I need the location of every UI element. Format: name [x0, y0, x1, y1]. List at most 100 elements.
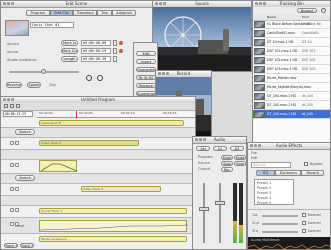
effect-row-checkbox[interactable]: [302, 213, 306, 217]
gear-icon[interactable]: [321, 8, 326, 13]
mark-out-clear-icon[interactable]: [119, 49, 123, 53]
edit-scene-titlebar[interactable]: Edit Scene: [1, 1, 152, 8]
preset-item[interactable]: Preset 1: [257, 181, 271, 185]
preset-item[interactable]: Preset 2: [257, 186, 271, 190]
tab-reverb[interactable]: Reverb: [301, 170, 324, 176]
solo-button-2[interactable]: Solo: [234, 161, 246, 166]
browse-button[interactable]: Browse: [297, 8, 317, 13]
audio-sel-button[interactable]: Sel: [196, 146, 210, 151]
tool-razor-icon[interactable]: [10, 104, 14, 108]
track-speaker-icon[interactable]: [15, 187, 19, 191]
track-speaker-icon[interactable]: [15, 208, 19, 212]
file-item[interactable]: DSF 103.mov-1 HD DSF 103: [253, 65, 330, 74]
preset-item[interactable]: Preset 5: [257, 201, 271, 205]
mode-overwrite[interactable]: Overwrite: [136, 67, 156, 72]
tool-arrow-icon[interactable]: [4, 104, 8, 108]
option-source[interactable]: Source: [198, 161, 210, 165]
audio-titlebar[interactable]: Audio: [193, 137, 246, 144]
file-item[interactable]: DSF 101.mov-1 HD DSF 101: [253, 47, 330, 56]
mute-button[interactable]: Mute: [221, 155, 233, 160]
clip-name-field[interactable]: Canis Shot 01: [30, 22, 74, 28]
effects-search-input[interactable]: Search: [251, 162, 291, 168]
preset-item[interactable]: Preset 3: [257, 191, 271, 195]
tab-eq[interactable]: EQ: [256, 170, 276, 176]
transition-marker[interactable]: [39, 160, 78, 172]
speed-button[interactable]: Speed: [27, 82, 41, 88]
length-timecode[interactable]: 00:00:00:30: [81, 56, 111, 62]
track-lock-icon[interactable]: [10, 163, 14, 167]
rec-button[interactable]: Rec: [221, 167, 233, 172]
file-item[interactable]: DT_104.mov-1 HD dt_104: [253, 92, 330, 101]
program-timecode[interactable]: 00:00:13:29: [3, 111, 33, 117]
timeline-clip[interactable]: Video Track 2: [39, 140, 139, 146]
length-stepper-icon[interactable]: [113, 56, 117, 62]
mark-in-stepper-icon[interactable]: [113, 40, 117, 46]
effect-row-slider[interactable]: [262, 215, 298, 217]
sketch-button[interactable]: Sketch: [15, 129, 35, 135]
effects-file-menu[interactable]: File: [251, 151, 257, 155]
bypass-checkbox[interactable]: [304, 162, 308, 166]
option-output[interactable]: Output: [198, 167, 210, 171]
track-eye-icon[interactable]: [15, 163, 19, 167]
col-kind[interactable]: Kind: [302, 15, 309, 19]
timeline-clip[interactable]: Video Track 3: [81, 186, 161, 192]
mode-edit[interactable]: Edit: [136, 51, 156, 56]
zoom-out-icon[interactable]: [97, 75, 103, 81]
effect-row-slider[interactable]: [262, 223, 298, 225]
mark-in-clear-icon[interactable]: [119, 41, 123, 45]
mark-in-button[interactable]: Mark In: [61, 40, 78, 46]
track-lock-icon[interactable]: [10, 208, 14, 212]
audio-level-clip[interactable]: [39, 220, 189, 232]
effects-titlebar[interactable]: Audio Effects: [248, 143, 330, 150]
zoom-in-icon[interactable]: [86, 75, 92, 81]
fader-knob[interactable]: [215, 201, 225, 205]
timeline-clip[interactable]: Sound Track 1: [39, 208, 187, 214]
mark-out-stepper-icon[interactable]: [113, 48, 117, 54]
file-item[interactable]: CanisShot01.mov CanisSh01: [253, 29, 330, 38]
file-item[interactable]: DT_105.mov-1 HD dt_105: [253, 101, 330, 110]
file-item[interactable]: 01 Black Before Santa.mp3 01 Black Be: [253, 20, 330, 29]
track-lock-icon[interactable]: [10, 187, 14, 191]
length-button[interactable]: Length: [61, 56, 78, 62]
mode-insert[interactable]: Insert: [136, 59, 156, 64]
track-lock-icon[interactable]: [10, 222, 14, 226]
fader-knob[interactable]: [199, 207, 209, 211]
track-2-button[interactable]: Track 2: [20, 243, 34, 248]
track-lock-icon[interactable]: [10, 141, 14, 145]
timeline-clip[interactable]: Canis Shot 01: [39, 120, 184, 126]
effect-row-checkbox[interactable]: [302, 221, 306, 225]
option-program[interactable]: Program: [198, 155, 213, 159]
preset-item[interactable]: Preset 4: [257, 196, 271, 200]
speed-slider-knob[interactable]: [41, 69, 46, 74]
tab-transition[interactable]: Transition: [73, 10, 98, 16]
track-1-button[interactable]: Track 1: [4, 243, 18, 248]
mode-replace[interactable]: Replace: [136, 83, 156, 88]
fader-track[interactable]: [203, 183, 205, 243]
timeline-clip[interactable]: Studio Ambience: [39, 236, 187, 242]
tool-hand-icon[interactable]: [16, 104, 20, 108]
audio-a1-button[interactable]: A1: [213, 146, 227, 151]
tab-edit-clip[interactable]: Edit Clip: [49, 10, 74, 16]
audio-a2-button[interactable]: A2: [230, 146, 244, 151]
tab-program[interactable]: Program: [26, 10, 50, 16]
file-item[interactable]: HiLite_Motion.mov: [253, 74, 330, 83]
tab-dynamics[interactable]: Dynamics: [275, 170, 302, 176]
tab-adaption[interactable]: Adaption: [112, 10, 136, 16]
reverse-button[interactable]: Reverse: [6, 82, 22, 88]
mode-fit-to-fill[interactable]: Fit To Fill: [136, 75, 156, 80]
effect-row-checkbox[interactable]: [302, 229, 306, 233]
fader-track[interactable]: [219, 183, 221, 243]
timeline-ruler[interactable]: 00:00:00 00:00:05 00:00:10 00:00:15: [37, 111, 195, 118]
file-item[interactable]: HiLite_SkyBelt(Maryla).mov: [253, 83, 330, 92]
tab-trim[interactable]: Trim: [97, 10, 113, 16]
mark-in-timecode[interactable]: 00:00:00:00: [81, 40, 111, 46]
sketch-button[interactable]: Sketch: [15, 175, 35, 181]
mark-out-timecode[interactable]: 00:00:00:29: [81, 48, 111, 54]
file-item-selected[interactable]: DT_105.mov-1 HD dt_105: [253, 110, 330, 119]
effect-row-slider[interactable]: [262, 231, 298, 233]
effects-edit-menu[interactable]: Edit: [251, 156, 258, 160]
mark-out-button[interactable]: Mark Out: [61, 48, 78, 54]
file-item[interactable]: DSF 102.mov-1 HD DSF 102: [253, 56, 330, 65]
file-item[interactable]: DT 10.mov-1 HD DT 10: [253, 38, 330, 47]
solo-button[interactable]: Solo: [221, 161, 233, 166]
